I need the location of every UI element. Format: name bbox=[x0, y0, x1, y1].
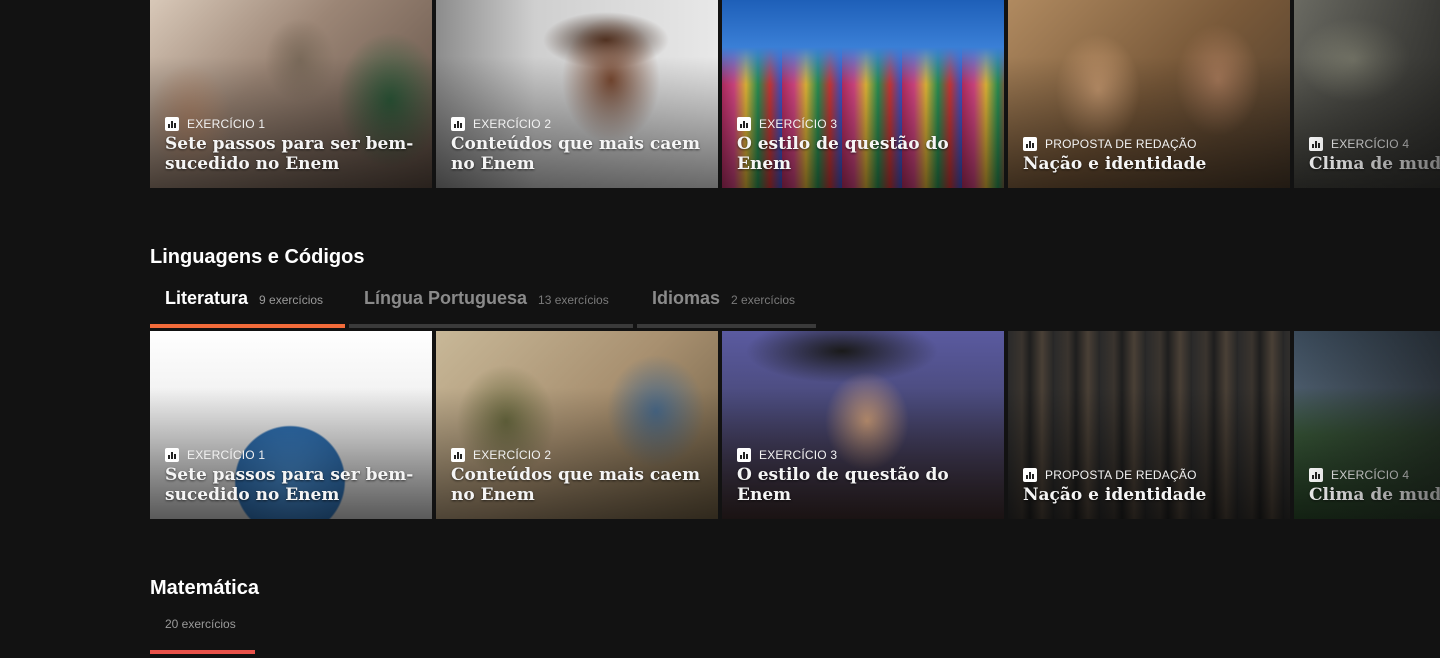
bar-chart-icon bbox=[1309, 137, 1323, 151]
tab-underline-matematica bbox=[150, 650, 255, 654]
card-kind: EXERCÍCIO 1 bbox=[187, 448, 266, 462]
tab-idiomas[interactable]: Idiomas 2 exercícios bbox=[637, 284, 816, 328]
card-kind: EXERCÍCIO 3 bbox=[759, 448, 838, 462]
card-kind: EXERCÍCIO 2 bbox=[473, 448, 552, 462]
tab-lingua-portuguesa[interactable]: Língua Portuguesa 13 exercícios bbox=[349, 284, 633, 328]
tab-label: Língua Portuguesa bbox=[364, 288, 528, 308]
card-title: O estilo de questão do Enem bbox=[737, 465, 949, 505]
bar-chart-icon bbox=[737, 117, 751, 131]
card-exercicio-1[interactable]: EXERCÍCIO 1 Sete passos para ser bem-suc… bbox=[150, 331, 432, 519]
tab-count-matematica[interactable]: 20 exercícios bbox=[165, 617, 236, 631]
card-kind: PROPOSTA DE REDAÇÃO bbox=[1045, 468, 1197, 482]
card-exercicio-3[interactable]: EXERCÍCIO 3 O estilo de questão do Enem bbox=[722, 0, 1004, 188]
card-kind: EXERCÍCIO 3 bbox=[759, 117, 838, 131]
top-card-row: EXERCÍCIO 1 Sete passos para ser bem-suc… bbox=[150, 0, 1440, 188]
card-kind: EXERCÍCIO 2 bbox=[473, 117, 552, 131]
bar-chart-icon bbox=[1309, 468, 1323, 482]
bar-chart-icon bbox=[451, 448, 465, 462]
card-exercicio-4[interactable]: EXERCÍCIO 4 Clima de muda bbox=[1294, 0, 1440, 188]
card-proposta-redacao[interactable]: PROPOSTA DE REDAÇÃO Nação e identidade bbox=[1008, 331, 1290, 519]
tab-underline bbox=[637, 324, 816, 328]
section-title-matematica: Matemática bbox=[150, 577, 259, 599]
tab-count: 2 exercícios bbox=[731, 293, 796, 307]
card-kind: EXERCÍCIO 1 bbox=[187, 117, 266, 131]
tab-underline-active bbox=[150, 324, 345, 328]
card-exercicio-2[interactable]: EXERCÍCIO 2 Conteúdos que mais caem no E… bbox=[436, 331, 718, 519]
subject-tabs: Literatura 9 exercícios Língua Portugues… bbox=[150, 284, 820, 328]
card-kind: PROPOSTA DE REDAÇÃO bbox=[1045, 137, 1197, 151]
page: EXERCÍCIO 1 Sete passos para ser bem-suc… bbox=[0, 0, 1440, 658]
card-title: Clima de muda bbox=[1309, 485, 1440, 505]
card-exercicio-3[interactable]: EXERCÍCIO 3 O estilo de questão do Enem bbox=[722, 331, 1004, 519]
card-title: O estilo de questão do Enem bbox=[737, 134, 949, 174]
card-exercicio-2[interactable]: EXERCÍCIO 2 Conteúdos que mais caem no E… bbox=[436, 0, 718, 188]
tab-count: 13 exercícios bbox=[538, 293, 609, 307]
tab-count: 9 exercícios bbox=[259, 293, 324, 307]
card-title: Conteúdos que mais caem no Enem bbox=[451, 134, 701, 174]
card-title: Sete passos para ser bem-sucedido no Ene… bbox=[165, 465, 414, 505]
bar-chart-icon bbox=[165, 117, 179, 131]
bar-chart-icon bbox=[165, 448, 179, 462]
tab-label: Idiomas bbox=[652, 288, 721, 308]
bar-chart-icon bbox=[1023, 137, 1037, 151]
card-title: Nação e identidade bbox=[1023, 154, 1207, 174]
card-kind: EXERCÍCIO 4 bbox=[1331, 468, 1410, 482]
section-title-linguagens: Linguagens e Códigos bbox=[150, 246, 365, 268]
card-proposta-redacao[interactable]: PROPOSTA DE REDAÇÃO Nação e identidade bbox=[1008, 0, 1290, 188]
bar-chart-icon bbox=[1023, 468, 1037, 482]
card-title: Conteúdos que mais caem no Enem bbox=[451, 465, 701, 505]
literatura-card-row: EXERCÍCIO 1 Sete passos para ser bem-suc… bbox=[150, 331, 1440, 519]
card-exercicio-4[interactable]: EXERCÍCIO 4 Clima de muda bbox=[1294, 331, 1440, 519]
bar-chart-icon bbox=[451, 117, 465, 131]
card-title: Clima de muda bbox=[1309, 154, 1440, 174]
tab-label: Literatura bbox=[165, 288, 249, 308]
tab-underline bbox=[349, 324, 633, 328]
card-exercicio-1[interactable]: EXERCÍCIO 1 Sete passos para ser bem-suc… bbox=[150, 0, 432, 188]
bar-chart-icon bbox=[737, 448, 751, 462]
card-kind: EXERCÍCIO 4 bbox=[1331, 137, 1410, 151]
tab-literatura[interactable]: Literatura 9 exercícios bbox=[150, 284, 345, 328]
card-title: Sete passos para ser bem-sucedido no Ene… bbox=[165, 134, 414, 174]
card-title: Nação e identidade bbox=[1023, 485, 1207, 505]
